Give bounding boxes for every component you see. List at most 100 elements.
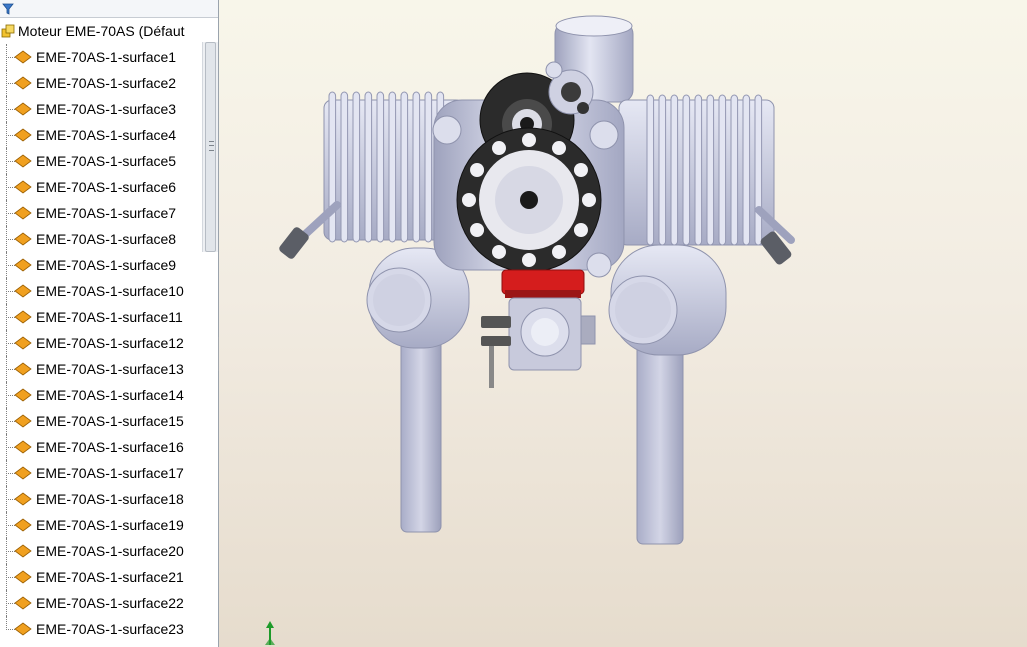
pulley-hole xyxy=(552,244,566,259)
surface-icon xyxy=(14,596,32,610)
tree-item-label: EME-70AS-1-surface5 xyxy=(36,153,177,169)
tree-item-surface[interactable]: EME-70AS-1-surface18 xyxy=(0,486,202,512)
scrollbar-grip-icon xyxy=(209,141,214,151)
filter-icon[interactable] xyxy=(2,3,14,15)
tree-item-surface[interactable]: EME-70AS-1-surface1 xyxy=(0,44,202,70)
pulley-hole xyxy=(522,133,536,147)
surface-icon xyxy=(14,154,32,168)
tree-list: EME-70AS-1-surface1 EME-70AS-1-surface2 EM… xyxy=(0,44,202,642)
tree-connector xyxy=(6,343,7,356)
surface-icon xyxy=(14,414,32,428)
tree-item-surface[interactable]: EME-70AS-1-surface21 xyxy=(0,564,202,590)
pulley-hole xyxy=(470,223,485,237)
tree-item-surface[interactable]: EME-70AS-1-surface22 xyxy=(0,590,202,616)
surface-icon xyxy=(14,310,32,324)
cooling-fin xyxy=(364,91,373,243)
cooling-fin xyxy=(694,94,703,246)
tree-connector xyxy=(6,213,7,226)
tree-item-surface[interactable]: EME-70AS-1-surface4 xyxy=(0,122,202,148)
tree-connector xyxy=(6,317,7,330)
tree-connector xyxy=(6,83,7,96)
tree-item-surface[interactable]: EME-70AS-1-surface10 xyxy=(0,278,202,304)
surface-icon xyxy=(14,466,32,480)
tree-connector xyxy=(6,109,7,122)
tree-item-surface[interactable]: EME-70AS-1-surface6 xyxy=(0,174,202,200)
tree-connector xyxy=(6,577,7,590)
pulley-hole xyxy=(573,163,588,177)
tree-item-surface[interactable]: EME-70AS-1-surface11 xyxy=(0,304,202,330)
tree-item-label: EME-70AS-1-surface22 xyxy=(36,595,184,611)
surface-icon xyxy=(14,258,32,272)
tree-item-label: EME-70AS-1-surface8 xyxy=(36,231,177,247)
cooling-fin xyxy=(670,94,679,246)
graphics-viewport[interactable] xyxy=(219,0,1027,647)
axis-triad-icon xyxy=(265,621,275,645)
tree-item-label: EME-70AS-1-surface15 xyxy=(36,413,184,429)
surface-icon xyxy=(14,336,32,350)
tree-connector xyxy=(6,161,7,174)
tree-item-surface[interactable]: EME-70AS-1-surface12 xyxy=(0,330,202,356)
tree-item-label: EME-70AS-1-surface9 xyxy=(36,257,177,273)
tree-connector xyxy=(6,369,7,382)
tree-item-label: EME-70AS-1-surface3 xyxy=(36,101,177,117)
tree-scrollbar[interactable] xyxy=(202,42,218,252)
tree-connector xyxy=(6,239,7,252)
scrollbar-thumb[interactable] xyxy=(205,42,216,252)
cooling-fin xyxy=(352,91,361,243)
surface-icon xyxy=(14,362,32,376)
tree-connector xyxy=(6,473,7,486)
tree-item-surface[interactable]: EME-70AS-1-surface16 xyxy=(0,434,202,460)
muffler-right xyxy=(608,244,727,356)
assembly-icon xyxy=(1,24,15,38)
pulley-hole xyxy=(470,163,485,177)
tree-item-surface[interactable]: EME-70AS-1-surface2 xyxy=(0,70,202,96)
lower-pulley xyxy=(456,127,602,273)
engine-model[interactable] xyxy=(219,0,1027,647)
tree-connector xyxy=(6,265,7,278)
carburetor xyxy=(481,269,596,388)
tree-connector xyxy=(6,447,7,460)
tree-item-surface[interactable]: EME-70AS-1-surface23 xyxy=(0,616,202,642)
surface-icon xyxy=(14,76,32,90)
tree-connector xyxy=(6,421,7,434)
tree-item-surface[interactable]: EME-70AS-1-surface15 xyxy=(0,408,202,434)
tree-connector xyxy=(6,291,7,304)
tree-item-label: EME-70AS-1-surface17 xyxy=(36,465,184,481)
cooling-fin xyxy=(388,91,397,243)
tree-item-surface[interactable]: EME-70AS-1-surface5 xyxy=(0,148,202,174)
tree-root-assembly[interactable]: Moteur EME-70AS (Défaut xyxy=(0,20,218,42)
surface-icon xyxy=(14,50,32,64)
pulley-hole xyxy=(492,141,506,156)
cooling-fin xyxy=(718,94,727,246)
tree-connector xyxy=(6,499,7,512)
tree-item-label: EME-70AS-1-surface18 xyxy=(36,491,184,507)
tree-connector xyxy=(6,187,7,200)
surface-icon xyxy=(14,518,32,532)
tree-item-label: EME-70AS-1-surface13 xyxy=(36,361,184,377)
tree-item-surface[interactable]: EME-70AS-1-surface17 xyxy=(0,460,202,486)
surface-icon xyxy=(14,492,32,506)
cooling-fin xyxy=(646,94,655,246)
tree-item-surface[interactable]: EME-70AS-1-surface7 xyxy=(0,200,202,226)
cooling-fin xyxy=(742,94,751,246)
tree-item-label: EME-70AS-1-surface14 xyxy=(36,387,184,403)
tree-toolbar xyxy=(0,0,218,18)
tree-item-surface[interactable]: EME-70AS-1-surface8 xyxy=(0,226,202,252)
tree-item-surface[interactable]: EME-70AS-1-surface3 xyxy=(0,96,202,122)
tree-item-surface[interactable]: EME-70AS-1-surface14 xyxy=(0,382,202,408)
tree-item-surface[interactable]: EME-70AS-1-surface19 xyxy=(0,512,202,538)
tree-item-surface[interactable]: EME-70AS-1-surface20 xyxy=(0,538,202,564)
cooling-fin xyxy=(754,94,763,246)
surface-icon xyxy=(14,570,32,584)
cooling-fin xyxy=(658,94,667,246)
tree-connector xyxy=(6,603,7,616)
surface-icon xyxy=(14,128,32,142)
pulley-hole xyxy=(522,253,536,267)
surface-icon xyxy=(14,102,32,116)
cooling-fin xyxy=(424,91,433,243)
feature-tree-panel: Moteur EME-70AS (Défaut EME-70AS-1-surfa… xyxy=(0,0,219,647)
tree-item-label: EME-70AS-1-surface12 xyxy=(36,335,184,351)
tree-item-surface[interactable]: EME-70AS-1-surface9 xyxy=(0,252,202,278)
tree-item-surface[interactable]: EME-70AS-1-surface13 xyxy=(0,356,202,382)
pulley-hole xyxy=(552,141,566,156)
